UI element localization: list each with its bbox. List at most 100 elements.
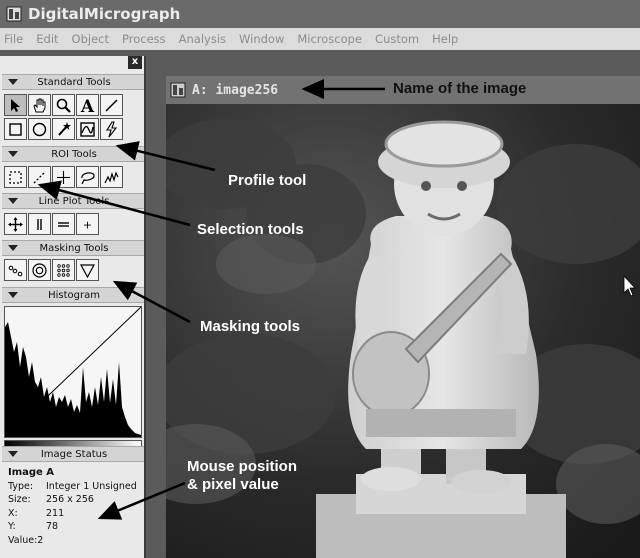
- annotation-masking-tools: Masking tools: [200, 318, 301, 335]
- rect-roi-icon: [9, 170, 22, 184]
- standard-tools-row-2: [4, 118, 124, 140]
- crosshair-icon: [57, 170, 70, 184]
- lightning-tool[interactable]: [100, 118, 123, 140]
- menu-analysis[interactable]: Analysis: [179, 32, 226, 46]
- vertical-bars-icon: [37, 218, 42, 230]
- status-y-row: Y: 78: [8, 520, 142, 534]
- hand-icon: [33, 98, 46, 112]
- section-title: Standard Tools: [37, 76, 111, 88]
- svg-text:+: +: [83, 218, 92, 231]
- line-tool[interactable]: [100, 94, 123, 116]
- arrow-pointer-icon: [11, 98, 20, 112]
- collapse-triangle-icon[interactable]: [8, 151, 18, 157]
- hand-tool[interactable]: [28, 94, 51, 116]
- annotation-selection-tools: Selection tools: [197, 221, 304, 238]
- lasso-icon: [81, 171, 95, 184]
- section-title: Image Status: [40, 448, 108, 460]
- status-type-label: Type:: [8, 480, 34, 492]
- target-icon: [32, 262, 47, 278]
- horizontal-bars-tool[interactable]: [52, 213, 75, 235]
- menu-edit[interactable]: Edit: [36, 32, 58, 46]
- status-x-value: 211: [46, 507, 65, 519]
- app-icon: [6, 6, 22, 22]
- status-image-name: Image A: [8, 467, 55, 478]
- plus-icon: +: [83, 218, 92, 231]
- section-standard-tools[interactable]: Standard Tools: [2, 74, 144, 90]
- lasso-roi-tool[interactable]: [76, 166, 99, 188]
- collapse-triangle-icon[interactable]: [8, 292, 18, 298]
- histogram-graphic: [4, 306, 142, 438]
- status-type-value: Integer 1 Unsigned: [46, 480, 137, 492]
- menu-help[interactable]: Help: [432, 32, 458, 46]
- collapse-triangle-icon[interactable]: [8, 79, 18, 85]
- menu-microscope[interactable]: Microscope: [297, 32, 362, 46]
- menu-process[interactable]: Process: [122, 32, 166, 46]
- line-roi-tool[interactable]: [28, 166, 51, 188]
- rect-roi-tool[interactable]: [4, 166, 27, 188]
- close-icon[interactable]: x: [128, 56, 142, 69]
- freehand-roi-tool[interactable]: [100, 166, 123, 188]
- annotation-mouse-position-line2: & pixel value: [187, 476, 279, 493]
- app-title: DigitalMicrograph: [28, 5, 181, 23]
- menu-object[interactable]: Object: [72, 32, 109, 46]
- line-icon: [105, 98, 118, 112]
- lightning-icon: [106, 120, 118, 137]
- status-type-row: Type: Integer 1 Unsigned: [8, 480, 142, 494]
- ring-mask-tool[interactable]: [28, 259, 51, 281]
- horizontal-bars-icon: [58, 221, 69, 227]
- image-window-title: A: image256: [192, 82, 279, 98]
- status-y-label: Y:: [8, 521, 16, 532]
- section-title: Masking Tools: [39, 242, 109, 254]
- dots-icon: [8, 265, 23, 276]
- spot-mask-tool[interactable]: [4, 259, 27, 281]
- line-roi-icon: [33, 171, 46, 183]
- standard-tools-row-1: A: [4, 94, 124, 116]
- collapse-triangle-icon[interactable]: [8, 198, 18, 204]
- section-roi-tools[interactable]: ROI Tools: [2, 146, 144, 162]
- menubar: File Edit Object Process Analysis Window…: [0, 28, 640, 50]
- status-size-label: Size:: [8, 494, 31, 505]
- oval-tool[interactable]: [28, 118, 51, 140]
- section-title: Line Plot Tools: [38, 195, 110, 207]
- app-titlebar: DigitalMicrograph: [0, 0, 640, 28]
- text-tool[interactable]: A: [76, 94, 99, 116]
- move-tool[interactable]: [4, 213, 27, 235]
- section-title: Histogram: [48, 289, 100, 301]
- status-size-row: Size: 256 x 256: [8, 493, 142, 507]
- grid-dots-icon: [57, 263, 70, 277]
- collapse-triangle-icon[interactable]: [8, 245, 18, 251]
- svg-text:A: A: [80, 97, 95, 114]
- line-plot-tools-row: +: [4, 213, 100, 235]
- zoom-tool[interactable]: [52, 94, 75, 116]
- section-histogram[interactable]: Histogram: [2, 287, 144, 303]
- magnifier-icon: [56, 98, 71, 113]
- section-line-plot-tools[interactable]: Line Plot Tools: [2, 193, 144, 209]
- move-icon: [8, 216, 23, 232]
- menu-file[interactable]: File: [4, 32, 23, 46]
- section-masking-tools[interactable]: Masking Tools: [2, 240, 144, 256]
- plus-tool[interactable]: +: [76, 213, 99, 235]
- status-value-row: Value: 2: [8, 534, 142, 548]
- annotation-profile-tool: Profile tool: [228, 172, 307, 189]
- image-status-panel: Image A Type: Integer 1 Unsigned Size: 2…: [8, 466, 142, 547]
- menu-window[interactable]: Window: [239, 32, 284, 46]
- vertical-bars-tool[interactable]: [28, 213, 51, 235]
- pointer-tool[interactable]: [4, 94, 27, 116]
- wand-icon: [58, 121, 71, 136]
- status-size-value: 256 x 256: [46, 494, 94, 505]
- oval-icon: [32, 122, 47, 136]
- menu-custom[interactable]: Custom: [375, 32, 419, 46]
- profile-tool[interactable]: [76, 118, 99, 140]
- section-image-status[interactable]: Image Status: [2, 446, 144, 462]
- status-value-label: Value:: [8, 534, 38, 546]
- point-roi-tool[interactable]: [52, 166, 75, 188]
- profile-icon: [80, 121, 95, 137]
- masking-tools-row: [4, 259, 100, 281]
- array-mask-tool[interactable]: [52, 259, 75, 281]
- wedge-mask-tool[interactable]: [76, 259, 99, 281]
- wand-tool[interactable]: [52, 118, 75, 140]
- collapse-triangle-icon[interactable]: [8, 451, 18, 457]
- rectangle-tool[interactable]: [4, 118, 27, 140]
- status-x-row: X: 211: [8, 507, 142, 521]
- status-x-label: X:: [8, 507, 18, 519]
